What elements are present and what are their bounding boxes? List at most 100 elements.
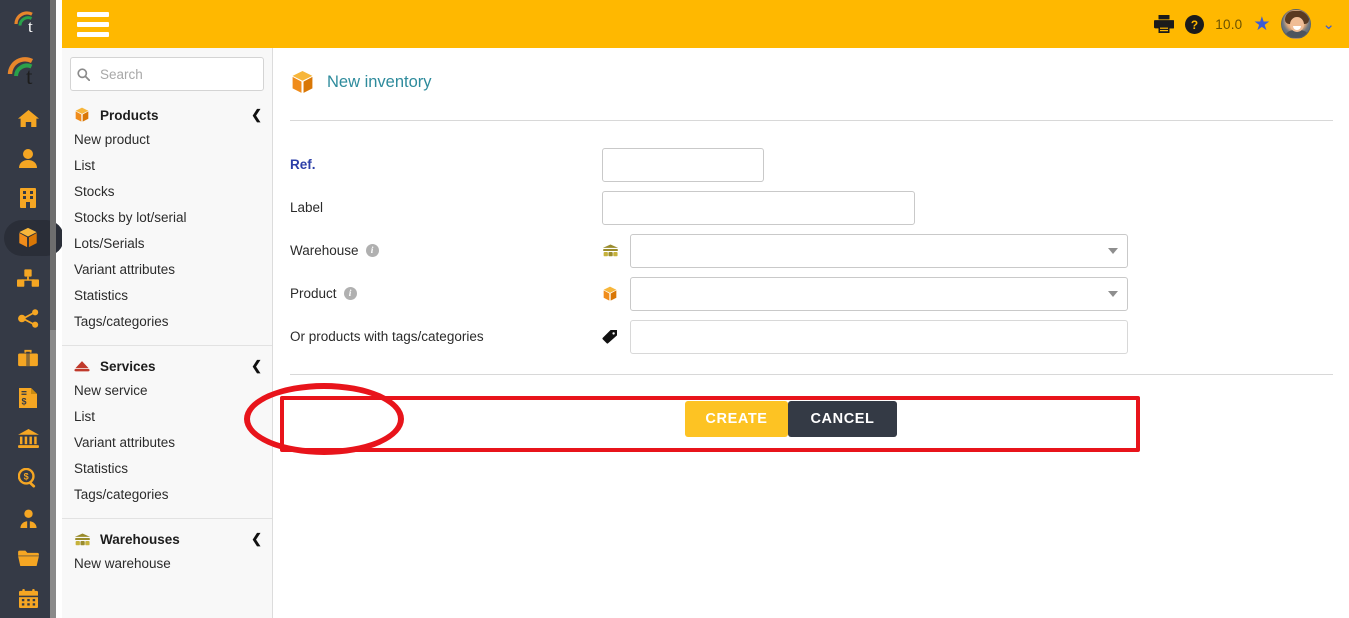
tags-categories-input[interactable] [630,319,1128,354]
topbar-actions: ? 10.0 ★ ⌄ [1154,9,1349,39]
magnifier-icon [77,67,90,81]
form-row-tags-categories: Or products with tags/categories [274,315,1349,358]
form-row-label: Label [274,186,1349,229]
box-icon [602,286,630,302]
burger-line [77,31,109,37]
bookmark-star-icon[interactable]: ★ [1253,15,1270,34]
svg-text:?: ? [1191,17,1198,31]
rail-item-home[interactable] [0,98,56,138]
rail-item-documents[interactable] [0,538,56,578]
burger-line [77,21,109,27]
field-label-warehouse: Warehouse i [290,243,602,258]
ref-input[interactable] [602,147,764,182]
label-input[interactable] [602,190,915,225]
rail-item-stocks[interactable] [0,258,56,298]
form-divider [290,374,1333,375]
search-box[interactable] [70,57,293,91]
warehouse-select[interactable] [630,233,1128,268]
field-label-label: Label [290,200,324,215]
service-bell-icon [74,359,94,373]
menu-header-services[interactable]: Services ❮ [62,354,272,378]
icon-rail: t t $ $ [0,0,64,618]
menu-item-stocks[interactable]: Stocks [62,179,272,205]
menu-item-new-warehouse[interactable]: New warehouse [62,551,272,577]
menu-header-warehouses[interactable]: Warehouses ❮ [62,527,272,551]
rail-item-accounting[interactable] [0,418,56,458]
rail-item-third-parties[interactable] [0,138,56,178]
field-label-tags-categories: Or products with tags/categories [290,329,484,344]
rail-item-agenda[interactable] [0,578,56,618]
menu-header-label: Products [100,107,159,123]
create-button[interactable]: CREATE [685,401,788,437]
warehouse-icon [602,244,630,257]
product-select[interactable] [630,276,1128,311]
menu-item-new-product[interactable]: New product [62,127,272,153]
info-icon[interactable]: i [343,287,357,300]
chevron-left-icon[interactable]: ❮ [251,358,262,374]
menu-header-products[interactable]: Products ❮ [62,103,272,127]
print-icon [1154,15,1175,33]
side-menu-panel: Products ❮ New product List Stocks Stock… [62,48,293,618]
svg-text:t: t [28,17,33,36]
menu-item-variant-attributes[interactable]: Variant attributes [62,257,272,283]
user-avatar[interactable] [1281,9,1312,39]
form-row-product: Product i [274,272,1349,315]
app-logo-large[interactable]: t [0,48,56,98]
chevron-left-icon[interactable]: ❮ [251,107,262,123]
calendar-icon [18,588,38,608]
rail-item-projects[interactable] [0,298,56,338]
search-area [62,48,293,91]
search-input[interactable] [98,65,279,83]
menu-item-new-service[interactable]: New service [62,378,272,404]
menu-item-service-variant-attributes[interactable]: Variant attributes [62,430,272,456]
search-icon [77,67,90,81]
menu-item-service-tags-categories[interactable]: Tags/categories [62,482,272,508]
rail-item-billing[interactable]: $ [0,378,56,418]
rail-item-company[interactable] [0,178,56,218]
menu-item-statistics[interactable]: Statistics [62,283,272,309]
project-network-icon [17,308,38,328]
menu-item-service-list[interactable]: List [62,404,272,430]
menu-item-lots-serials[interactable]: Lots/Serials [62,231,272,257]
rail-item-bank[interactable]: $ [0,458,56,498]
menu-item-stocks-by-lot-serial[interactable]: Stocks by lot/serial [62,205,272,231]
svg-text:$: $ [21,397,26,407]
menu-header-label: Warehouses [100,531,180,547]
header-divider [290,120,1333,121]
print-button[interactable] [1154,15,1175,33]
menu-section-products: Products ❮ New product List Stocks Stock… [62,103,272,335]
menu-item-service-statistics[interactable]: Statistics [62,456,272,482]
menu-toggle-button[interactable] [77,11,109,37]
menu-item-tags-categories[interactable]: Tags/categories [62,309,272,335]
chevron-down-icon[interactable] [1108,247,1118,254]
rail-scrollbar-thumb[interactable] [50,0,56,330]
menu-item-list[interactable]: List [62,153,272,179]
rail-item-commercial[interactable] [0,338,56,378]
info-icon[interactable]: i [365,244,379,257]
svg-text:$: $ [24,472,29,482]
menu-section-warehouses: Warehouses ❮ New warehouse [62,527,272,577]
form-row-warehouse: Warehouse i [274,229,1349,272]
help-icon: ? [1185,14,1205,34]
rail-scrollbar[interactable] [50,0,56,618]
chevron-down-icon[interactable] [1108,290,1118,297]
rail-item-hrm[interactable] [0,498,56,538]
menu-divider [62,345,272,346]
page-title: New inventory [327,73,432,91]
app-logo-small[interactable]: t [0,0,56,48]
building-icon [20,188,36,208]
version-label: 10.0 [1215,16,1243,32]
menu-divider [62,518,272,519]
user-menu-chevron-down-icon[interactable]: ⌄ [1322,15,1335,33]
bank-icon [17,428,39,448]
boxes-stack-icon [17,268,39,287]
box-icon [290,70,315,95]
chevron-left-icon[interactable]: ❮ [251,531,262,547]
help-button[interactable]: ? [1185,14,1205,34]
cancel-button[interactable]: CANCEL [788,401,897,437]
rail-item-products[interactable] [0,218,64,258]
main-content: New inventory Ref. Label Warehouse i Pro… [244,48,1349,618]
top-bar: ? 10.0 ★ ⌄ [62,0,1349,48]
dollar-search-icon: $ [18,468,36,488]
field-label-product-text: Product [290,286,337,301]
